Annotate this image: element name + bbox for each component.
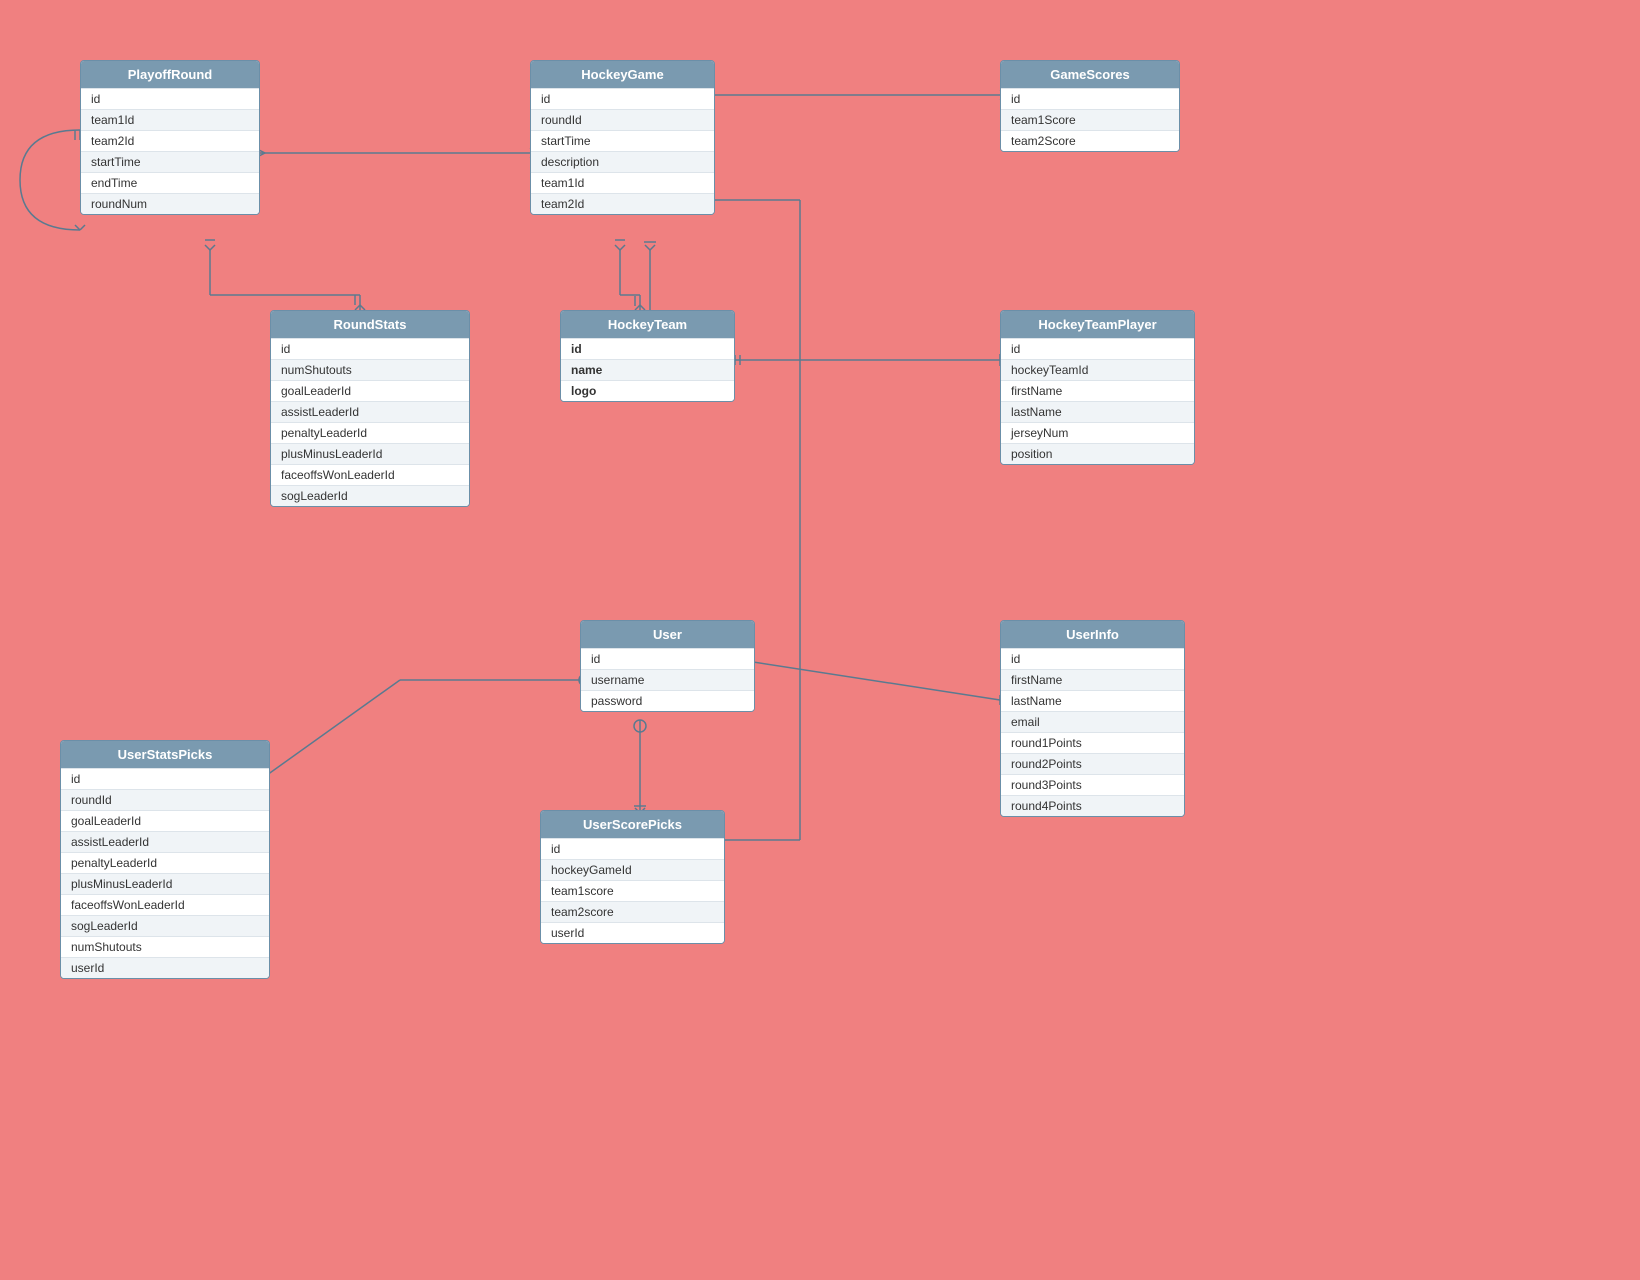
field-rs-id: id	[271, 338, 469, 359]
field-usp-roundid: roundId	[61, 789, 269, 810]
entity-header-user: User	[581, 621, 754, 648]
entity-header-gamescores: GameScores	[1001, 61, 1179, 88]
field-rs-numshutouts: numShutouts	[271, 359, 469, 380]
field-ui-round2points: round2Points	[1001, 753, 1184, 774]
diagram-container: PlayoffRound id team1Id team2Id startTim…	[0, 0, 1640, 1280]
entity-header-roundstats: RoundStats	[271, 311, 469, 338]
field-uscp-id: id	[541, 838, 724, 859]
field-u-id: id	[581, 648, 754, 669]
field-htp-jerseynum: jerseyNum	[1001, 422, 1194, 443]
field-ui-round4points: round4Points	[1001, 795, 1184, 816]
field-ui-firstname: firstName	[1001, 669, 1184, 690]
entity-roundstats: RoundStats id numShutouts goalLeaderId a…	[270, 310, 470, 507]
field-pr-id: id	[81, 88, 259, 109]
field-hg-starttime: startTime	[531, 130, 714, 151]
field-rs-faceoffswonleaderid: faceoffsWonLeaderId	[271, 464, 469, 485]
field-u-username: username	[581, 669, 754, 690]
field-hg-roundid: roundId	[531, 109, 714, 130]
field-pr-team2id: team2Id	[81, 130, 259, 151]
field-ui-round1points: round1Points	[1001, 732, 1184, 753]
field-pr-team1id: team1Id	[81, 109, 259, 130]
entity-user: User id username password	[580, 620, 755, 712]
field-usp-faceoffswonleaderid: faceoffsWonLeaderId	[61, 894, 269, 915]
field-u-password: password	[581, 690, 754, 711]
entity-hockeyteam: HockeyTeam id name logo	[560, 310, 735, 402]
field-usp-numshutouts: numShutouts	[61, 936, 269, 957]
field-pr-roundnum: roundNum	[81, 193, 259, 214]
field-htp-id: id	[1001, 338, 1194, 359]
field-ht-name: name	[561, 359, 734, 380]
entity-userstatspicks: UserStatsPicks id roundId goalLeaderId a…	[60, 740, 270, 979]
entity-header-hockeygame: HockeyGame	[531, 61, 714, 88]
field-htp-hockeyteamid: hockeyTeamId	[1001, 359, 1194, 380]
field-hg-team1id: team1Id	[531, 172, 714, 193]
entity-hockeyteamplayer: HockeyTeamPlayer id hockeyTeamId firstNa…	[1000, 310, 1195, 465]
field-hg-team2id: team2Id	[531, 193, 714, 214]
field-gs-team2score: team2Score	[1001, 130, 1179, 151]
field-pr-endtime: endTime	[81, 172, 259, 193]
entity-header-userinfo: UserInfo	[1001, 621, 1184, 648]
entity-header-userstatspicks: UserStatsPicks	[61, 741, 269, 768]
field-hg-id: id	[531, 88, 714, 109]
field-ht-id: id	[561, 338, 734, 359]
field-rs-assistleaderid: assistLeaderId	[271, 401, 469, 422]
field-uscp-team2score: team2score	[541, 901, 724, 922]
field-usp-id: id	[61, 768, 269, 789]
field-ui-lastname: lastName	[1001, 690, 1184, 711]
field-hg-description: description	[531, 151, 714, 172]
entity-playoffround: PlayoffRound id team1Id team2Id startTim…	[80, 60, 260, 215]
field-uscp-team1score: team1score	[541, 880, 724, 901]
field-gs-team1score: team1Score	[1001, 109, 1179, 130]
field-usp-plusminusleaderid: plusMinusLeaderId	[61, 873, 269, 894]
field-rs-plusminusleaderid: plusMinusLeaderId	[271, 443, 469, 464]
field-usp-penaltyleaderid: penaltyLeaderId	[61, 852, 269, 873]
entity-header-userscorepicks: UserScorePicks	[541, 811, 724, 838]
field-ui-round3points: round3Points	[1001, 774, 1184, 795]
field-usp-assistleaderid: assistLeaderId	[61, 831, 269, 852]
field-pr-starttime: startTime	[81, 151, 259, 172]
entity-header-hockeyteamplayer: HockeyTeamPlayer	[1001, 311, 1194, 338]
entity-header-playoffround: PlayoffRound	[81, 61, 259, 88]
field-ui-email: email	[1001, 711, 1184, 732]
field-usp-sogleaderid: sogLeaderId	[61, 915, 269, 936]
entity-hockeygame: HockeyGame id roundId startTime descript…	[530, 60, 715, 215]
entity-userinfo: UserInfo id firstName lastName email rou…	[1000, 620, 1185, 817]
field-ui-id: id	[1001, 648, 1184, 669]
field-usp-goalleaderid: goalLeaderId	[61, 810, 269, 831]
field-rs-penaltyleaderid: penaltyLeaderId	[271, 422, 469, 443]
field-rs-sogleaderid: sogLeaderId	[271, 485, 469, 506]
field-htp-position: position	[1001, 443, 1194, 464]
entity-userscorepicks: UserScorePicks id hockeyGameId team1scor…	[540, 810, 725, 944]
field-gs-id: id	[1001, 88, 1179, 109]
field-htp-firstname: firstName	[1001, 380, 1194, 401]
field-rs-goalleaderid: goalLeaderId	[271, 380, 469, 401]
field-uscp-userid: userId	[541, 922, 724, 943]
entity-gamescores: GameScores id team1Score team2Score	[1000, 60, 1180, 152]
entity-header-hockeyteam: HockeyTeam	[561, 311, 734, 338]
field-htp-lastname: lastName	[1001, 401, 1194, 422]
field-usp-userid: userId	[61, 957, 269, 978]
field-ht-logo: logo	[561, 380, 734, 401]
field-uscp-hockeygameid: hockeyGameId	[541, 859, 724, 880]
